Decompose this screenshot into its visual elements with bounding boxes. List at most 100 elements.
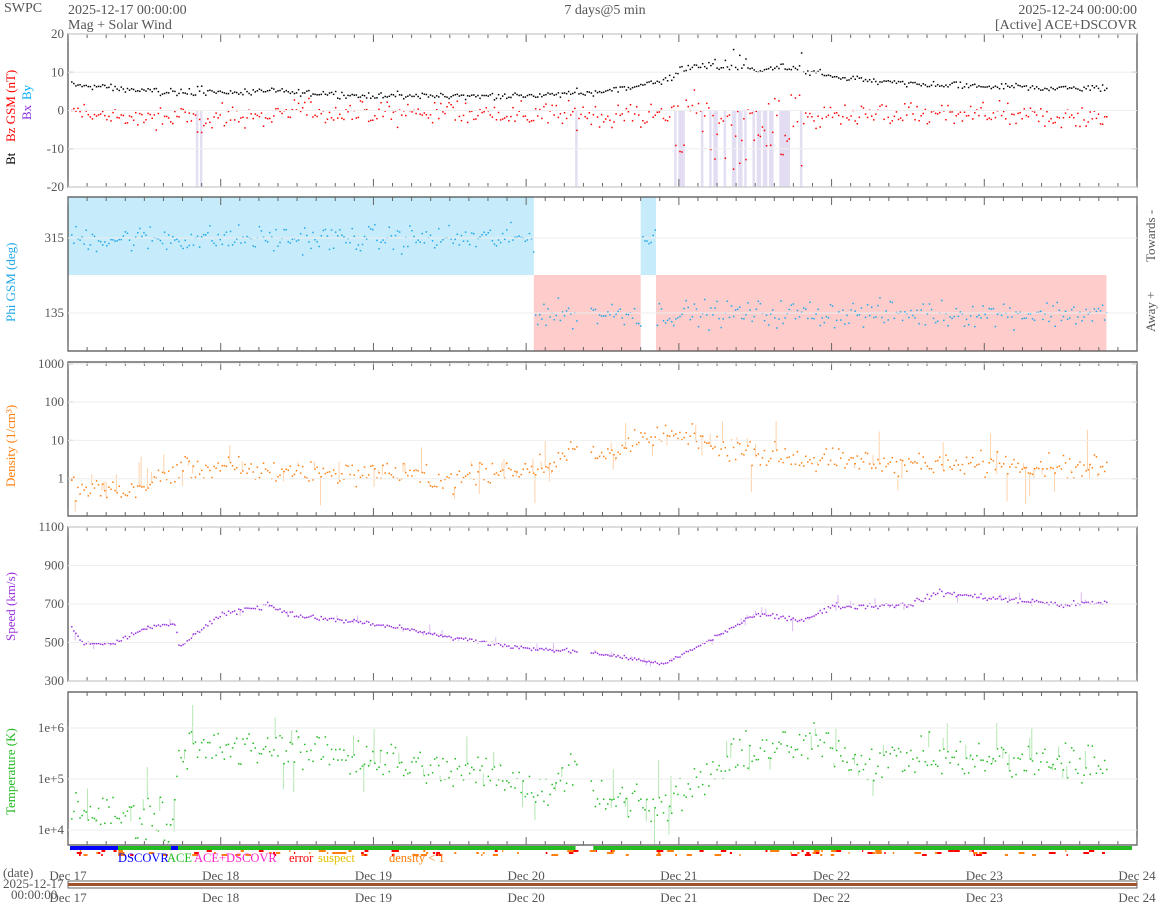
- speed-point: [431, 633, 434, 636]
- density-point: [951, 468, 953, 470]
- legend-error: error: [289, 851, 314, 865]
- speed-point: [862, 604, 865, 606]
- bz-point: [182, 108, 184, 111]
- phi-point: [916, 309, 918, 312]
- bt-point: [1011, 84, 1013, 87]
- temperature-point: [83, 809, 85, 812]
- phi-point: [501, 232, 504, 235]
- temperature-point: [258, 752, 261, 755]
- density-point: [914, 461, 916, 463]
- density-point: [881, 470, 883, 472]
- density-point: [283, 470, 285, 473]
- bt-point: [306, 90, 308, 92]
- phi-point: [353, 235, 355, 238]
- speed-point: [372, 623, 374, 625]
- density-point: [77, 486, 79, 489]
- density-point: [996, 451, 999, 453]
- bt-point: [240, 91, 242, 94]
- speed-point: [114, 643, 116, 645]
- speed-point: [815, 613, 817, 616]
- speed-point: [745, 617, 747, 619]
- phi-point: [1042, 318, 1044, 321]
- density-point: [576, 446, 578, 448]
- bz-point: [205, 122, 207, 125]
- phi-point: [1093, 308, 1096, 310]
- density-point: [734, 458, 737, 461]
- bt-point: [784, 68, 786, 70]
- bz-point: [835, 111, 838, 114]
- speed-point: [1085, 601, 1087, 604]
- bt-point: [988, 85, 990, 88]
- speed-point: [400, 626, 403, 629]
- phi-point: [1091, 320, 1094, 322]
- phi-point: [844, 323, 846, 325]
- bt-point: [145, 90, 147, 92]
- density-point: [1103, 470, 1106, 473]
- bt-point: [617, 91, 619, 93]
- bz-point: [281, 112, 283, 115]
- temperature-point: [120, 821, 123, 824]
- temperature-point: [887, 766, 889, 769]
- density-point: [912, 462, 914, 464]
- density-point: [114, 489, 116, 492]
- temperature-point: [920, 735, 922, 737]
- temperature-point: [386, 752, 388, 754]
- bz-point: [176, 115, 178, 118]
- bt-point: [205, 94, 207, 96]
- temperature-point: [79, 817, 81, 819]
- temperature-point: [912, 758, 914, 760]
- bz-point: [192, 113, 195, 115]
- bt-point: [967, 86, 970, 89]
- temperature-point: [1017, 757, 1019, 759]
- legend-density-low: density < 1: [389, 851, 445, 865]
- temperature-point: [159, 796, 162, 799]
- bt-point: [372, 95, 374, 98]
- temperature-point: [217, 732, 219, 735]
- temperature-point: [380, 749, 382, 752]
- phi-point: [382, 239, 384, 241]
- bt-point: [388, 95, 391, 98]
- phi-point: [1050, 315, 1052, 318]
- speed-point: [574, 650, 576, 653]
- bt-point: [400, 94, 403, 96]
- phi-point: [448, 224, 450, 227]
- density-point: [796, 451, 799, 453]
- speed-point: [161, 623, 164, 626]
- density-point: [866, 452, 869, 455]
- density-point: [807, 461, 809, 463]
- temperature-point: [633, 790, 636, 793]
- phi-point: [728, 316, 731, 319]
- bt-point: [947, 86, 949, 88]
- date-tick-label: Dec 22: [813, 890, 850, 905]
- density-point: [870, 467, 873, 469]
- temperature-point: [969, 754, 972, 757]
- phi-point: [654, 229, 656, 231]
- speed-point: [413, 628, 415, 631]
- phi-point: [1081, 320, 1083, 322]
- phi-point: [506, 229, 508, 231]
- density-point: [1007, 473, 1009, 475]
- density-point: [664, 424, 667, 427]
- density-point: [108, 486, 110, 489]
- phi-point: [901, 319, 904, 322]
- bz-point: [953, 122, 955, 125]
- density-point: [899, 459, 902, 461]
- temperature-point: [359, 767, 362, 770]
- bz-point: [732, 168, 735, 170]
- temperature-point: [205, 756, 207, 759]
- temperature-point: [139, 817, 141, 820]
- phi-point: [899, 311, 902, 313]
- bz-point: [743, 118, 745, 120]
- bt-point: [153, 88, 156, 90]
- density-point: [293, 473, 296, 476]
- density-point: [644, 432, 646, 435]
- bt-point: [155, 87, 158, 90]
- speed-point: [194, 633, 197, 635]
- temperature-point: [774, 751, 776, 754]
- speed-point: [279, 608, 281, 610]
- density-point: [520, 473, 522, 476]
- density-point: [862, 461, 865, 463]
- temperature-point: [967, 772, 970, 774]
- temperature-point: [619, 792, 621, 795]
- bt-point: [134, 90, 137, 93]
